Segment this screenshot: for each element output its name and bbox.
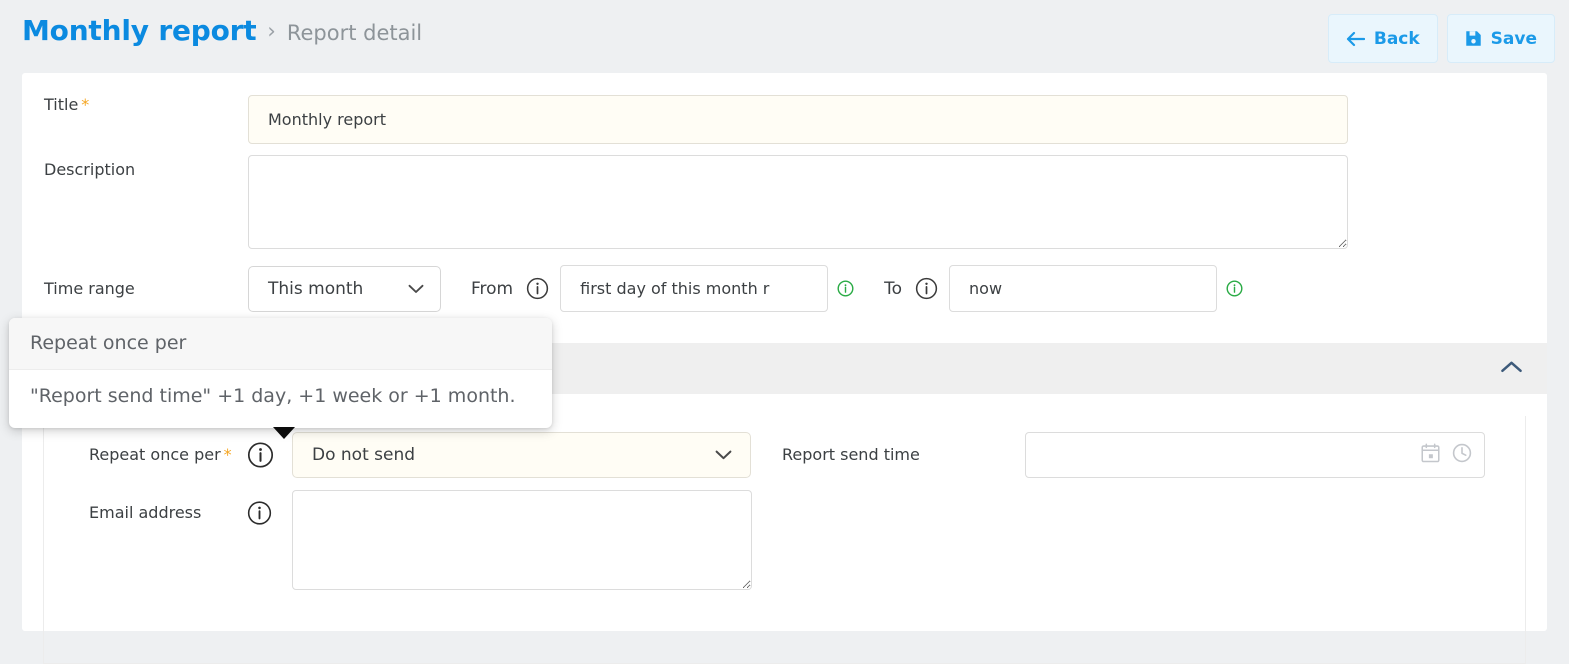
save-button[interactable]: Save <box>1446 14 1555 63</box>
send-time-label: Report send time <box>782 445 920 464</box>
send-time-field[interactable] <box>1025 432 1485 478</box>
repeat-info-icon[interactable] <box>247 442 274 469</box>
report-form-top: Title* Description Time range This month… <box>22 73 1547 312</box>
form-row-title: Title * <box>22 95 1547 144</box>
email-label: Email address <box>89 503 202 522</box>
from-label: From <box>471 278 514 299</box>
tooltip-arrow-icon <box>273 426 295 439</box>
repeat-select-value: Do not send <box>312 445 416 465</box>
email-info-icon[interactable] <box>247 501 272 526</box>
form-row-email: Email address <box>44 490 1525 590</box>
tooltip-title: Repeat once per <box>9 318 552 370</box>
breadcrumb-main[interactable]: Monthly report <box>22 14 257 47</box>
scheduling-section-body: Repeat once per * Do not send Report sen… <box>22 394 1547 664</box>
breadcrumb-current: Report detail <box>286 21 423 45</box>
time-range-label: Time range <box>44 278 135 298</box>
repeat-required-marker: * <box>223 445 232 464</box>
time-range-select[interactable]: This month <box>248 265 441 312</box>
repeat-label-text: Repeat once per <box>89 445 221 464</box>
breadcrumb-separator-icon: › <box>267 19 276 43</box>
to-input[interactable] <box>949 265 1218 312</box>
from-valid-icon <box>837 280 854 297</box>
description-input[interactable] <box>248 155 1348 249</box>
save-button-label: Save <box>1490 28 1537 49</box>
to-valid-icon <box>1226 280 1243 297</box>
arrow-left-icon <box>1346 31 1365 47</box>
title-input[interactable] <box>248 95 1348 144</box>
clock-icon[interactable] <box>1452 443 1472 467</box>
calendar-icon[interactable] <box>1421 443 1440 467</box>
send-time-icons <box>1421 443 1472 467</box>
repeat-info-icon-slot <box>247 432 292 478</box>
chevron-down-icon <box>715 450 732 461</box>
description-label: Description <box>44 160 136 179</box>
email-info-icon-slot <box>247 490 292 536</box>
form-row-time-range: Time range This month From first day of … <box>22 265 1547 312</box>
back-button[interactable]: Back <box>1327 14 1438 63</box>
repeat-select[interactable]: Do not send <box>292 432 751 478</box>
from-input[interactable] <box>560 265 829 312</box>
to-info-icon[interactable] <box>915 277 938 300</box>
title-required-marker: * <box>81 95 90 114</box>
time-range-select-value: This month <box>268 278 364 299</box>
form-row-description: Description <box>22 155 1547 249</box>
chevron-down-icon <box>408 284 424 294</box>
breadcrumb: Monthly report › Report detail <box>22 14 422 47</box>
scheduling-panel: Repeat once per * Do not send Report sen… <box>43 416 1526 664</box>
floppy-disk-icon <box>1465 30 1482 47</box>
from-info-icon[interactable] <box>526 277 549 300</box>
form-row-repeat: Repeat once per * Do not send Report sen… <box>44 432 1525 478</box>
repeat-once-per-tooltip: Repeat once per "Report send time" +1 da… <box>9 318 552 439</box>
repeat-label: Repeat once per * <box>44 432 247 478</box>
email-address-input[interactable] <box>292 490 752 590</box>
title-label-text: Title <box>44 95 79 114</box>
back-button-label: Back <box>1373 28 1420 49</box>
to-label: To <box>884 278 903 299</box>
title-label: Title * <box>22 95 248 114</box>
chevron-up-icon[interactable] <box>1500 360 1523 378</box>
page-header: Monthly report › Report detail Back Save <box>0 0 1569 73</box>
tooltip-body: "Report send time" +1 day, +1 week or +1… <box>30 385 516 407</box>
header-actions: Back Save <box>1327 14 1555 63</box>
